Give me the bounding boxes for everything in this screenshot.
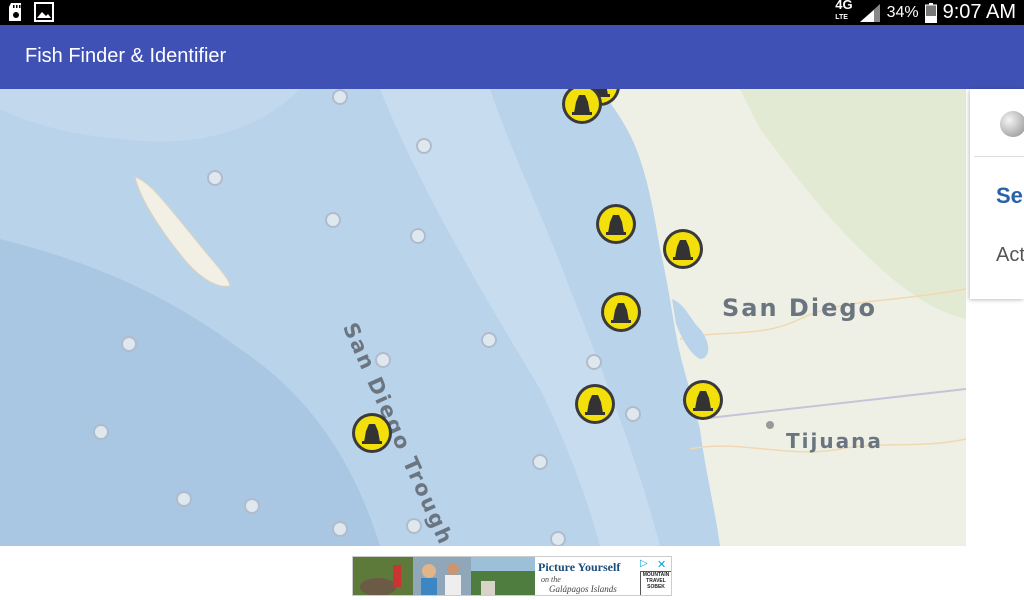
app-title: Fish Finder & Identifier [25, 45, 227, 67]
city-label-san-diego: San Diego [722, 294, 878, 322]
ad-banner[interactable]: Picture Yourself on the Galápagos Island… [352, 556, 672, 596]
map-view[interactable]: San Diego Trough San Diego Tijuana [0, 89, 1024, 546]
search-panel[interactable]: Se Act [970, 89, 1024, 299]
ad-choices-icon[interactable]: ▷ [640, 558, 654, 570]
status-icons-left [8, 2, 54, 22]
close-icon[interactable]: ✕ [657, 558, 669, 571]
city-dot [766, 421, 774, 429]
sd-card-icon [9, 3, 21, 21]
status-bar: 4G LTE 34% 9:07 AM [0, 0, 1024, 25]
ad-photo-people [413, 557, 471, 595]
city-label-tijuana: Tijuana [786, 429, 883, 453]
divider [974, 156, 1024, 157]
side-panel: Se Act [966, 89, 1024, 546]
clock: 9:07 AM [942, 1, 1016, 23]
ad-photo-landscape [471, 557, 535, 595]
network-indicator: 4G LTE [835, 0, 853, 21]
battery-percent: 34% [886, 3, 919, 21]
globe-icon[interactable] [1000, 111, 1024, 137]
app-bar: Fish Finder & Identifier [0, 25, 1024, 89]
image-icon [34, 2, 54, 22]
search-label[interactable]: Se [996, 183, 1023, 209]
signal-icon [859, 3, 880, 22]
action-label[interactable]: Act [996, 244, 1024, 267]
brand-line: SOBEK [647, 584, 665, 590]
battery-icon [924, 2, 937, 23]
ad-photo-tortoise [353, 557, 413, 595]
ad-headline: Picture Yourself [538, 560, 621, 574]
ad-subtitle-place: Galápagos Islands [549, 584, 617, 594]
ad-subtitle-on: on the [541, 575, 561, 584]
ad-brand-logo: MOUNTAIN TRAVEL SOBEK [640, 571, 671, 595]
ad-area: Picture Yourself on the Galápagos Island… [0, 546, 1024, 600]
status-icons-right: 4G LTE 34% 9:07 AM [835, 0, 1016, 25]
